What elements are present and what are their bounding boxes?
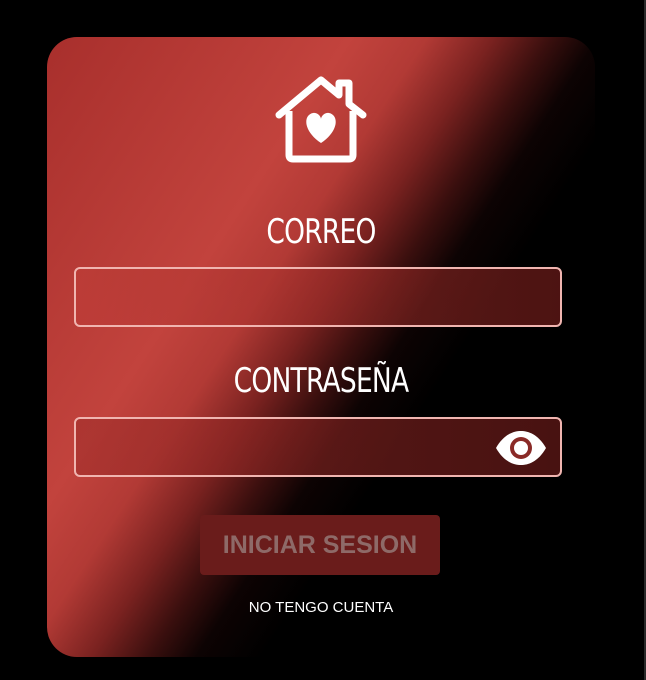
password-field[interactable] <box>76 419 560 475</box>
eye-icon[interactable] <box>494 430 548 466</box>
house-heart-icon <box>275 76 367 163</box>
login-button[interactable]: INICIAR SESION <box>200 515 440 575</box>
email-field[interactable] <box>76 269 560 325</box>
login-card: CORREO CONTRASEÑA INICIAR SESION NO TENG… <box>47 37 595 657</box>
no-account-link[interactable]: NO TENGO CUENTA <box>47 599 595 616</box>
email-label: CORREO <box>266 212 376 252</box>
password-field-box <box>74 417 562 477</box>
password-label: CONTRASEÑA <box>233 361 409 401</box>
email-field-box <box>74 267 562 327</box>
